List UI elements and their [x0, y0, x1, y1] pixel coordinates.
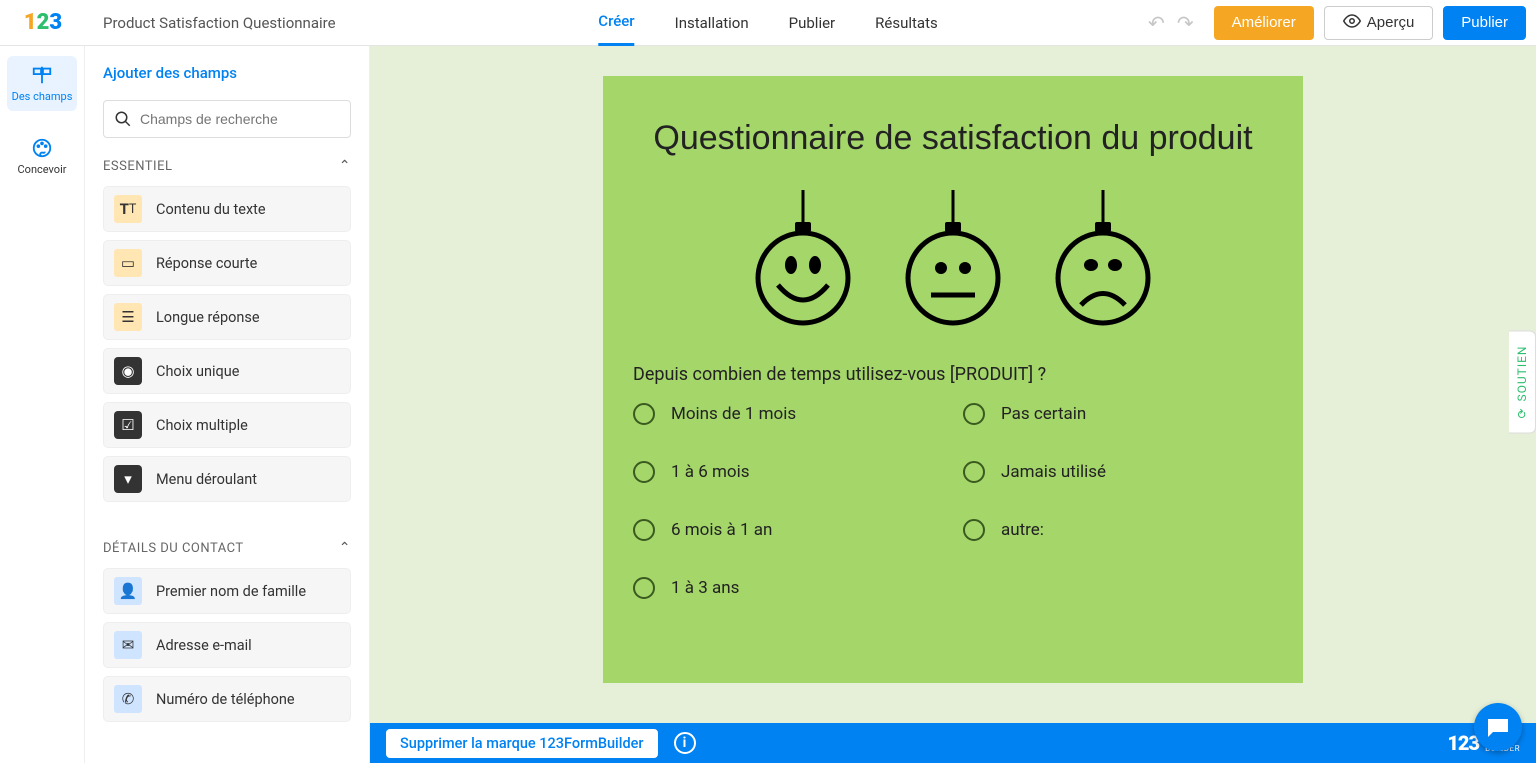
tab-results[interactable]: Résultats: [875, 0, 938, 46]
section-essential-header[interactable]: ESSENTIEL ⌃: [103, 158, 351, 174]
radio-icon: [633, 403, 655, 425]
field-long-answer-label: Longue réponse: [156, 309, 260, 326]
chat-icon: [1486, 715, 1510, 739]
option-not-sure[interactable]: Pas certain: [963, 403, 1273, 425]
undo-icon[interactable]: ↶: [1148, 11, 1165, 35]
field-single-choice[interactable]: ◉ Choix unique: [103, 348, 351, 394]
option-label: Moins de 1 mois: [671, 404, 796, 424]
field-short-answer-label: Réponse courte: [156, 255, 257, 272]
field-text-content[interactable]: TT Contenu du texte: [103, 186, 351, 232]
option-other[interactable]: autre:: [963, 519, 1273, 541]
field-multiple-choice-label: Choix multiple: [156, 417, 248, 434]
support-tab[interactable]: ⟳ SOUTIEN: [1509, 330, 1536, 433]
section-contact-title: DÉTAILS DU CONTACT: [103, 541, 244, 556]
option-never-used[interactable]: Jamais utilisé: [963, 461, 1273, 483]
option-label: 1 à 3 ans: [671, 578, 739, 598]
option-label: 6 mois à 1 an: [671, 520, 772, 540]
field-long-answer[interactable]: ☰ Longue réponse: [103, 294, 351, 340]
add-fields-link[interactable]: Ajouter des champs: [103, 64, 237, 82]
field-multiple-choice[interactable]: ☑ Choix multiple: [103, 402, 351, 448]
form-heading[interactable]: Questionnaire de satisfaction du produit: [633, 116, 1273, 160]
mail-icon: ✉: [114, 631, 142, 659]
field-short-answer[interactable]: ▭ Réponse courte: [103, 240, 351, 286]
field-email[interactable]: ✉ Adresse e-mail: [103, 622, 351, 668]
section-essential-title: ESSENTIEL: [103, 159, 173, 174]
palette-icon: [31, 137, 53, 159]
field-phone[interactable]: ✆ Numéro de téléphone: [103, 676, 351, 722]
tab-setup[interactable]: Installation: [675, 0, 749, 46]
improve-button[interactable]: Améliorer: [1214, 6, 1314, 40]
field-name[interactable]: 👤 Premier nom de famille: [103, 568, 351, 614]
form-title[interactable]: Product Satisfaction Questionnaire: [85, 14, 336, 32]
rail-design[interactable]: Concevoir: [7, 129, 77, 184]
option-label: autre:: [1001, 520, 1044, 540]
question-1-label[interactable]: Depuis combien de temps utilisez-vous [P…: [633, 364, 1273, 385]
info-icon[interactable]: i: [674, 732, 696, 754]
option-label: Jamais utilisé: [1001, 462, 1106, 482]
remove-branding-link[interactable]: Supprimer la marque 123FormBuilder: [386, 729, 658, 758]
radio-icon: [633, 461, 655, 483]
support-icon: ⟳: [1515, 407, 1529, 418]
section-contact-header[interactable]: DÉTAILS DU CONTACT ⌃: [103, 540, 351, 556]
preview-button[interactable]: Aperçu: [1324, 6, 1434, 40]
chevron-up-icon: ⌃: [339, 158, 351, 174]
field-text-content-label: Contenu du texte: [156, 201, 266, 218]
form-page[interactable]: Questionnaire de satisfaction du produit…: [603, 76, 1303, 683]
tab-publish[interactable]: Publier: [789, 0, 836, 46]
chevron-up-icon: ⌃: [339, 540, 351, 556]
rail-design-label: Concevoir: [18, 163, 67, 176]
search-input[interactable]: [140, 111, 340, 127]
rail-fields[interactable]: Des champs: [7, 56, 77, 111]
preview-label: Aperçu: [1367, 14, 1415, 31]
logo[interactable]: 123: [0, 10, 85, 35]
text-icon: TT: [114, 195, 142, 223]
chat-fab[interactable]: [1474, 703, 1522, 751]
radio-icon: ◉: [114, 357, 142, 385]
field-dropdown[interactable]: ▾ Menu déroulant: [103, 456, 351, 502]
radio-icon: [963, 403, 985, 425]
option-1-6-months[interactable]: 1 à 6 mois: [633, 461, 943, 483]
field-name-label: Premier nom de famille: [156, 583, 306, 600]
radio-icon: [963, 519, 985, 541]
ornaments-image: [633, 190, 1273, 334]
dropdown-icon: ▾: [114, 465, 142, 493]
option-6m-1y[interactable]: 6 mois à 1 an: [633, 519, 943, 541]
field-single-choice-label: Choix unique: [156, 363, 239, 380]
support-label: SOUTIEN: [1515, 345, 1529, 401]
search-input-wrap[interactable]: [103, 100, 351, 138]
redo-icon[interactable]: ↷: [1177, 11, 1194, 35]
checkbox-icon: ☑: [114, 411, 142, 439]
field-phone-label: Numéro de téléphone: [156, 691, 295, 708]
radio-icon: [633, 577, 655, 599]
tab-create[interactable]: Créer: [598, 0, 634, 46]
publish-button[interactable]: Publier: [1443, 6, 1526, 40]
field-dropdown-label: Menu déroulant: [156, 471, 257, 488]
radio-icon: [963, 461, 985, 483]
rail-fields-label: Des champs: [12, 90, 73, 103]
short-answer-icon: ▭: [114, 249, 142, 277]
search-icon: [114, 110, 132, 128]
option-label: 1 à 6 mois: [671, 462, 750, 482]
field-email-label: Adresse e-mail: [156, 637, 252, 654]
fields-icon: [31, 64, 53, 86]
option-less-1-month[interactable]: Moins de 1 mois: [633, 403, 943, 425]
option-1-3-years[interactable]: 1 à 3 ans: [633, 577, 943, 599]
eye-icon: [1343, 12, 1361, 34]
radio-icon: [633, 519, 655, 541]
long-answer-icon: ☰: [114, 303, 142, 331]
option-label: Pas certain: [1001, 404, 1086, 424]
phone-icon: ✆: [114, 685, 142, 713]
person-icon: 👤: [114, 577, 142, 605]
